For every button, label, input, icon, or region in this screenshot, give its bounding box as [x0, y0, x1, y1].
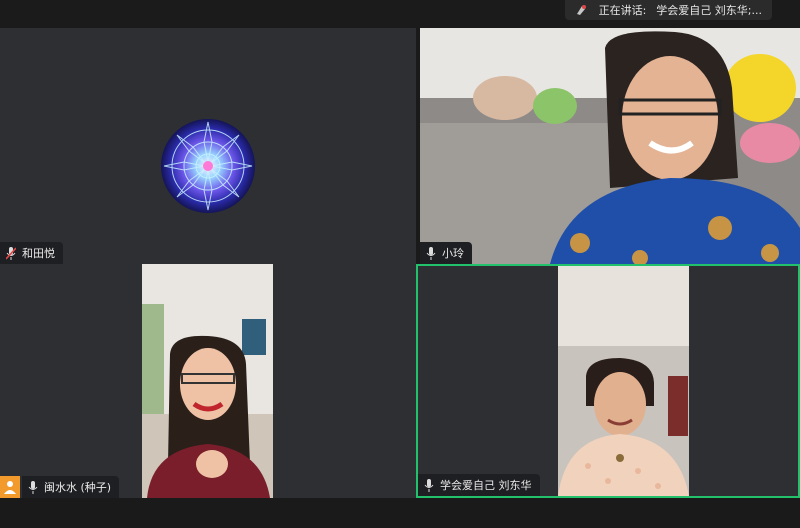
bottom-bar [0, 498, 800, 528]
mic-muted-icon [5, 246, 17, 260]
top-bar: 正在讲话: 学会爱自己 刘东华;... [0, 0, 800, 28]
mandala-avatar [161, 119, 255, 213]
participant-video [558, 266, 689, 496]
speaking-name: 学会爱自己 刘东华;... [656, 4, 762, 17]
participant-video [420, 28, 800, 264]
mic-icon [27, 480, 39, 494]
participant-name-tag: 和田悦 [0, 242, 63, 264]
video-tile-3[interactable]: 闽水水 (种子) [0, 264, 416, 498]
avatar-icon [0, 476, 20, 498]
speaking-label: 正在讲话: [598, 4, 647, 17]
participant-name: 学会爱自己 刘东华 [440, 479, 532, 492]
speaker-icon [573, 2, 589, 18]
participant-name-tag: 学会爱自己 刘东华 [418, 474, 540, 496]
participant-name: 小玲 [442, 247, 464, 260]
video-tile-1[interactable]: 和田悦 [0, 28, 416, 264]
speaking-indicator[interactable]: 正在讲话: 学会爱自己 刘东华;... [564, 0, 772, 20]
mic-icon [425, 246, 437, 260]
video-tile-4-active[interactable]: 学会爱自己 刘东华 [416, 264, 800, 498]
participant-name: 闽水水 (种子) [44, 481, 112, 494]
mic-icon [423, 478, 435, 492]
participant-name-tag: 闽水水 (种子) [22, 476, 120, 498]
participant-name-tag: 小玲 [420, 242, 472, 264]
participant-name: 和田悦 [22, 247, 55, 260]
participant-video [142, 264, 273, 498]
video-tile-2[interactable]: 小玲 [420, 28, 800, 264]
